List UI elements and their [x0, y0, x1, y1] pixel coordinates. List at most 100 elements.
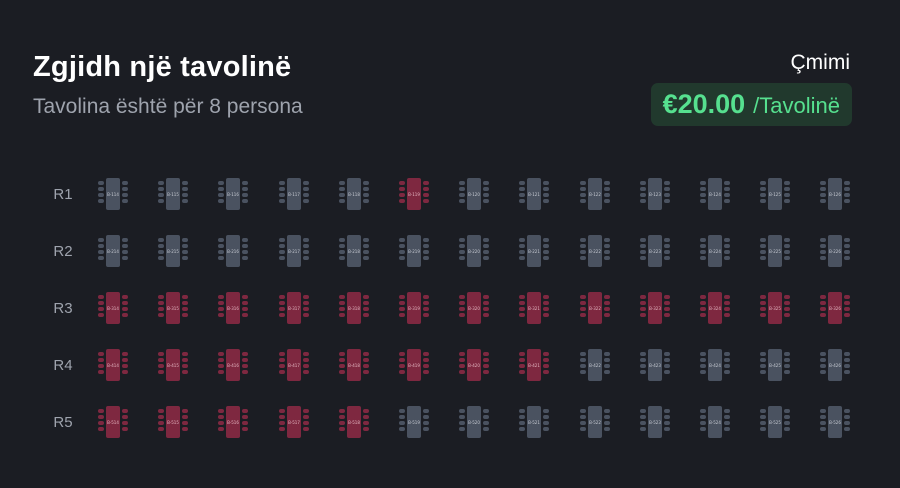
- chair-icon: [303, 256, 309, 260]
- table-label: B-125: [768, 178, 782, 210]
- chair-icon: [423, 244, 429, 248]
- chair-icon: [459, 307, 465, 311]
- table-b-323[interactable]: B-323: [640, 292, 670, 324]
- chair-icon: [158, 256, 164, 260]
- table-label: B-322: [588, 292, 602, 324]
- table-b-316[interactable]: B-316: [218, 292, 248, 324]
- table-b-423[interactable]: B-423: [640, 349, 670, 381]
- chair-icon: [700, 427, 706, 431]
- chair-icon: [158, 187, 164, 191]
- table-b-516[interactable]: B-516: [218, 406, 248, 438]
- chair-icon: [98, 250, 104, 254]
- chair-icon: [218, 238, 224, 242]
- table-b-520[interactable]: B-520: [459, 406, 489, 438]
- table-b-418[interactable]: B-418: [339, 349, 369, 381]
- table-label: B-516: [226, 406, 240, 438]
- table-b-518[interactable]: B-518: [339, 406, 369, 438]
- table-b-325[interactable]: B-325: [760, 292, 790, 324]
- table-b-126[interactable]: B-126: [820, 178, 850, 210]
- table-b-322[interactable]: B-322: [580, 292, 610, 324]
- chair-icon: [760, 199, 766, 203]
- table-b-123[interactable]: B-123: [640, 178, 670, 210]
- chairs-right: [182, 295, 188, 317]
- table-b-224[interactable]: B-224: [700, 235, 730, 267]
- table-b-121[interactable]: B-121: [519, 178, 549, 210]
- table-b-517[interactable]: B-517: [279, 406, 309, 438]
- chair-icon: [784, 256, 790, 260]
- table-b-215[interactable]: B-215: [158, 235, 188, 267]
- table-b-417[interactable]: B-417: [279, 349, 309, 381]
- table-b-214[interactable]: B-214: [98, 235, 128, 267]
- table-label: B-523: [648, 406, 662, 438]
- table-b-114[interactable]: B-114: [98, 178, 128, 210]
- chairs-right: [303, 238, 309, 260]
- table-b-225[interactable]: B-225: [760, 235, 790, 267]
- table-b-324[interactable]: B-324: [700, 292, 730, 324]
- table-b-514[interactable]: B-514: [98, 406, 128, 438]
- table-b-226[interactable]: B-226: [820, 235, 850, 267]
- table-b-425[interactable]: B-425: [760, 349, 790, 381]
- table-b-524[interactable]: B-524: [700, 406, 730, 438]
- table-b-523[interactable]: B-523: [640, 406, 670, 438]
- chairs-right: [182, 238, 188, 260]
- table-b-319[interactable]: B-319: [399, 292, 429, 324]
- table-b-125[interactable]: B-125: [760, 178, 790, 210]
- table-b-525[interactable]: B-525: [760, 406, 790, 438]
- table-b-117[interactable]: B-117: [279, 178, 309, 210]
- chairs-right: [242, 238, 248, 260]
- table-label: B-416: [226, 349, 240, 381]
- table-b-521[interactable]: B-521: [519, 406, 549, 438]
- table-b-124[interactable]: B-124: [700, 178, 730, 210]
- table-b-420[interactable]: B-420: [459, 349, 489, 381]
- table-b-422[interactable]: B-422: [580, 349, 610, 381]
- table-b-326[interactable]: B-326: [820, 292, 850, 324]
- chair-icon: [399, 181, 405, 185]
- table-b-424[interactable]: B-424: [700, 349, 730, 381]
- table-b-414[interactable]: B-414: [98, 349, 128, 381]
- chair-icon: [242, 364, 248, 368]
- chairs-right: [483, 409, 489, 431]
- table-b-119[interactable]: B-119: [399, 178, 429, 210]
- table-b-217[interactable]: B-217: [279, 235, 309, 267]
- table-b-421[interactable]: B-421: [519, 349, 549, 381]
- table-b-315[interactable]: B-315: [158, 292, 188, 324]
- chair-icon: [303, 358, 309, 362]
- table-b-223[interactable]: B-223: [640, 235, 670, 267]
- table-b-426[interactable]: B-426: [820, 349, 850, 381]
- table-b-115[interactable]: B-115: [158, 178, 188, 210]
- table-b-314[interactable]: B-314: [98, 292, 128, 324]
- table-b-519[interactable]: B-519: [399, 406, 429, 438]
- table-b-116[interactable]: B-116: [218, 178, 248, 210]
- table-b-317[interactable]: B-317: [279, 292, 309, 324]
- table-b-526[interactable]: B-526: [820, 406, 850, 438]
- table-b-318[interactable]: B-318: [339, 292, 369, 324]
- table-b-321[interactable]: B-321: [519, 292, 549, 324]
- table-label: B-117: [287, 178, 301, 210]
- chair-icon: [158, 244, 164, 248]
- table-b-219[interactable]: B-219: [399, 235, 429, 267]
- table-b-415[interactable]: B-415: [158, 349, 188, 381]
- table-b-320[interactable]: B-320: [459, 292, 489, 324]
- table-b-120[interactable]: B-120: [459, 178, 489, 210]
- table-b-216[interactable]: B-216: [218, 235, 248, 267]
- table-b-222[interactable]: B-222: [580, 235, 610, 267]
- chair-icon: [122, 415, 128, 419]
- chair-icon: [700, 370, 706, 374]
- table-label: B-123: [648, 178, 662, 210]
- table-b-122[interactable]: B-122: [580, 178, 610, 210]
- table-b-419[interactable]: B-419: [399, 349, 429, 381]
- table-b-416[interactable]: B-416: [218, 349, 248, 381]
- chair-icon: [844, 409, 850, 413]
- table-b-221[interactable]: B-221: [519, 235, 549, 267]
- chair-icon: [519, 370, 525, 374]
- table-b-220[interactable]: B-220: [459, 235, 489, 267]
- chair-icon: [724, 307, 730, 311]
- table-b-118[interactable]: B-118: [339, 178, 369, 210]
- chairs-right: [784, 409, 790, 431]
- table-b-218[interactable]: B-218: [339, 235, 369, 267]
- table-b-515[interactable]: B-515: [158, 406, 188, 438]
- chair-icon: [519, 295, 525, 299]
- chair-icon: [279, 307, 285, 311]
- chair-icon: [483, 307, 489, 311]
- table-b-522[interactable]: B-522: [580, 406, 610, 438]
